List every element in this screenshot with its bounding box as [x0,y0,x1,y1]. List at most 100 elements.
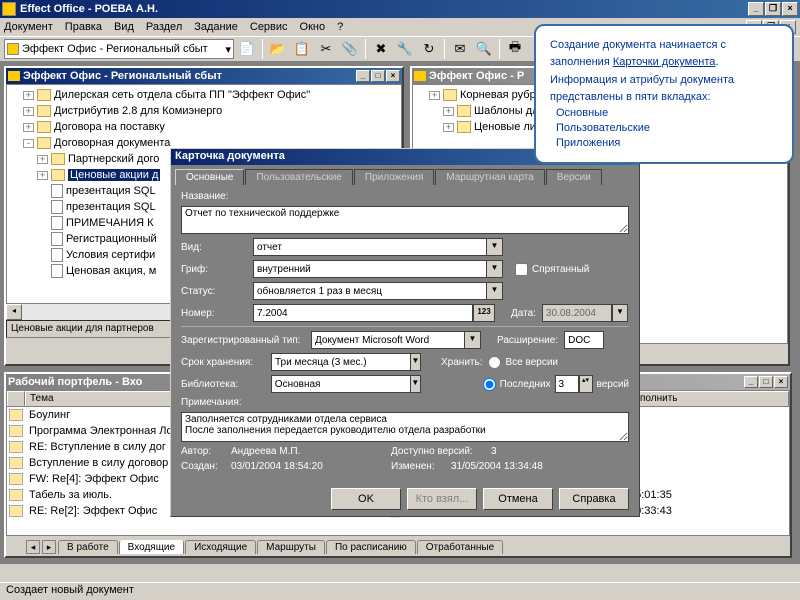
menu-view[interactable]: Вид [114,21,134,33]
spinner-icon[interactable]: ▴▾ [579,375,593,393]
chevron-down-icon[interactable]: ▼ [612,304,628,322]
menu-help[interactable]: ? [337,21,343,33]
menu-service[interactable]: Сервис [250,21,288,33]
tab-attachments[interactable]: Приложения [354,169,435,185]
ok-button[interactable]: OK [331,488,401,510]
tree-node[interactable]: + Дилерская сеть отдела сбыта ПП "Эффект … [9,87,399,103]
minimize-button[interactable]: _ [748,2,764,16]
tab-route[interactable]: Маршрутная карта [435,169,544,185]
hidden-checkbox[interactable] [515,263,528,276]
tab-scroll-right[interactable]: ▸ [42,540,56,554]
label-last: Последних [500,379,551,390]
retention-combo[interactable] [271,353,411,371]
chevron-down-icon[interactable]: ▼ [411,375,421,393]
open-button[interactable]: 📂 [267,38,289,60]
mail-button[interactable]: ✉ [449,38,471,60]
panel-min-button[interactable]: _ [744,376,758,388]
folder-icon [37,121,51,133]
label-store: Хранить: [441,357,482,368]
chevron-down-icon[interactable]: ▼ [487,260,503,278]
stamp-combo[interactable] [253,260,487,278]
number-field[interactable] [253,304,473,322]
name-field[interactable] [181,206,629,234]
expand-icon[interactable]: + [37,171,48,180]
restore-button[interactable]: ❐ [765,2,781,16]
status-combo[interactable] [253,282,487,300]
tab-versions[interactable]: Версии [546,169,602,185]
props-button[interactable]: 🔧 [394,38,416,60]
folder-icon [37,105,51,117]
panel-close-button[interactable]: × [774,376,788,388]
menu-window[interactable]: Окно [300,21,326,33]
panel-min-button[interactable]: _ [356,70,370,82]
menu-edit[interactable]: Правка [65,21,102,33]
tab-main[interactable]: Основные [175,169,244,185]
search-button[interactable]: 🔍 [473,38,495,60]
chevron-down-icon[interactable]: ▼ [487,238,503,256]
tab-custom[interactable]: Пользовательские [245,169,352,185]
tree-node[interactable]: +Дистрибутив 2.8 для Комиэнерго [9,103,399,119]
label-status: Статус: [181,286,253,297]
tab-processed[interactable]: Отработанные [417,540,503,554]
chevron-down-icon[interactable]: ▼ [487,282,503,300]
tab-outgoing[interactable]: Исходящие [185,540,256,554]
expand-icon[interactable]: + [23,123,34,132]
tab-incoming[interactable]: Входящие [119,540,184,554]
expand-icon[interactable]: + [429,91,440,100]
expand-icon[interactable]: + [443,123,454,132]
panel-close-button[interactable]: × [386,70,400,82]
panel-max-button[interactable]: □ [371,70,385,82]
notes-field[interactable] [181,412,629,442]
refresh-button[interactable]: ↻ [418,38,440,60]
paste-button[interactable]: 📎 [339,38,361,60]
document-card-dialog: Карточка документа Основные Пользователь… [170,148,640,517]
store-last-radio[interactable] [483,378,496,391]
tree-label: презентация SQL [66,185,156,197]
label-hidden: Спрятанный [532,264,589,275]
copy-button[interactable]: 📋 [291,38,313,60]
label-regtype: Зарегистрированный тип: [181,335,311,346]
expand-icon[interactable]: - [23,139,34,148]
scroll-left-button[interactable]: ◂ [6,304,22,320]
library-combo[interactable] [271,375,411,393]
label-versions-suffix: версий [597,379,630,390]
chevron-down-icon[interactable]: ▼ [465,331,481,349]
ext-field[interactable] [564,331,604,349]
help-button[interactable]: Справка [559,488,629,510]
section-combo[interactable]: Эффект Офис - Региональный сбыт ▾ [4,39,234,59]
type-combo[interactable] [253,238,487,256]
tab-inwork[interactable]: В работе [58,540,118,554]
folder-icon [8,71,20,81]
col-complete[interactable]: полнить [635,391,789,406]
cancel-button[interactable]: Отмена [483,488,553,510]
tab-scheduled[interactable]: По расписанию [326,540,416,554]
menu-task[interactable]: Задание [194,21,238,33]
tree-node[interactable]: +Договора на поставку [9,119,399,135]
number-gen-button[interactable]: 123 [473,304,495,322]
folder-icon [457,105,471,117]
menu-document[interactable]: Документ [4,21,53,33]
panel-max-button[interactable]: □ [759,376,773,388]
delete-button[interactable]: ✖ [370,38,392,60]
tree-label: Партнерский дого [68,153,159,165]
tree-label: Дилерская сеть отдела сбыта ПП "Эффект О… [54,89,310,101]
expand-icon[interactable]: + [23,91,34,100]
print-button[interactable]: 🖶 [504,38,526,60]
regtype-combo[interactable] [311,331,465,349]
cut-button[interactable]: ✂ [315,38,337,60]
last-n-field[interactable] [555,375,579,393]
close-button[interactable]: × [782,2,798,16]
tab-scroll-left[interactable]: ◂ [26,540,40,554]
tab-routes[interactable]: Маршруты [257,540,325,554]
store-all-radio[interactable] [488,356,501,369]
expand-icon[interactable]: + [23,107,34,116]
date-field[interactable] [542,304,612,322]
envelope-icon [9,473,23,485]
folder-icon [414,71,426,81]
expand-icon[interactable]: + [37,155,48,164]
menu-section[interactable]: Раздел [146,21,182,33]
chevron-down-icon[interactable]: ▼ [411,353,421,371]
who-took-button[interactable]: Кто взял... [407,488,477,510]
new-doc-button[interactable]: 📄 [236,38,258,60]
expand-icon[interactable]: + [443,107,454,116]
